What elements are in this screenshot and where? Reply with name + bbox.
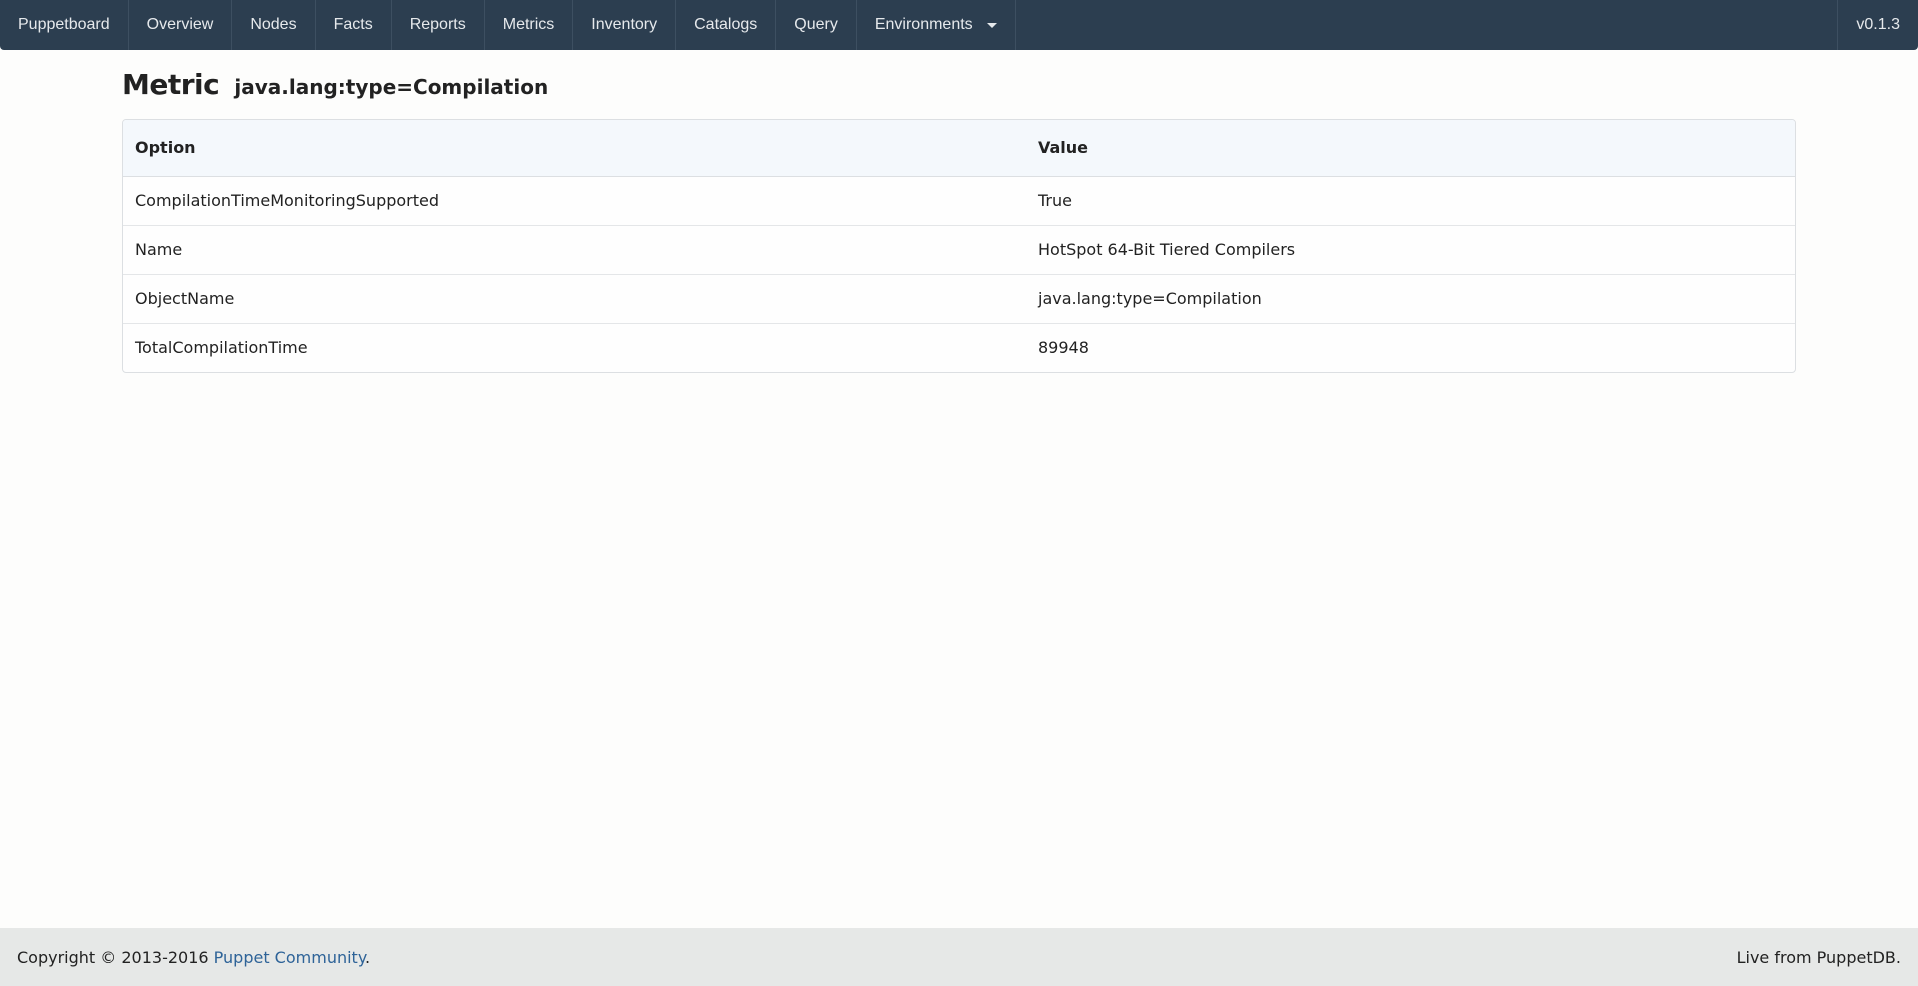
footer-copyright: Copyright © 2013-2016 Puppet Community.: [17, 948, 370, 967]
option-cell: TotalCompilationTime: [135, 338, 308, 358]
metric-table-container: Option Value CompilationTimeMonitoringSu…: [122, 119, 1796, 373]
nav-item-overview[interactable]: Overview: [129, 0, 233, 50]
page-title: Metric java.lang:type=Compilation: [122, 64, 548, 102]
page-footer: Copyright © 2013-2016 Puppet Community. …: [0, 928, 1918, 986]
nav-item-metrics[interactable]: Metrics: [485, 0, 574, 50]
option-cell: Name: [123, 225, 1026, 275]
table-header-row: Option Value: [123, 120, 1795, 177]
value-cell: java.lang:type=Compilation: [1026, 274, 1795, 324]
table-row: ObjectName java.lang:type=Compilation: [123, 274, 1795, 324]
column-header-option: Option: [123, 120, 1026, 177]
value-cell: 89948: [1038, 338, 1089, 358]
footer-copyright-prefix: Copyright © 2013-2016: [17, 947, 214, 967]
nav-item-facts[interactable]: Facts: [316, 0, 392, 50]
caret-down-icon: [986, 22, 997, 28]
footer-link-puppet-community[interactable]: Puppet Community: [214, 948, 365, 967]
table-row: Name HotSpot 64-Bit Tiered Compilers: [123, 225, 1795, 275]
page-title-subtitle: java.lang:type=Compilation: [234, 75, 549, 99]
nav-item-query[interactable]: Query: [776, 0, 857, 50]
value-cell: HotSpot 64-Bit Tiered Compilers: [1026, 225, 1795, 275]
metric-table: Option Value CompilationTimeMonitoringSu…: [123, 120, 1795, 372]
nav-dropdown-environments-label: Environments: [874, 16, 973, 33]
top-navbar: Puppetboard Overview Nodes Facts Reports…: [0, 0, 1918, 50]
column-header-value: Value: [1026, 120, 1795, 177]
footer-live-status: Live from PuppetDB.: [1736, 947, 1901, 967]
option-cell: ObjectName: [123, 274, 1026, 324]
option-cell: CompilationTimeMonitoringSupported: [123, 176, 1026, 226]
page-title-main: Metric: [122, 68, 220, 101]
table-row: TotalCompilationTime 89948: [123, 323, 1795, 372]
nav-item-reports[interactable]: Reports: [392, 0, 485, 50]
nav-item-catalogs[interactable]: Catalogs: [676, 0, 777, 50]
version-label: v0.1.3: [1837, 0, 1918, 50]
table-row: CompilationTimeMonitoringSupported True: [123, 176, 1795, 226]
value-cell: True: [1026, 176, 1795, 226]
nav-item-inventory[interactable]: Inventory: [573, 0, 677, 50]
nav-item-nodes[interactable]: Nodes: [232, 0, 316, 50]
nav-brand-puppetboard[interactable]: Puppetboard: [0, 0, 129, 50]
nav-dropdown-environments[interactable]: Environments: [857, 0, 1016, 50]
footer-copyright-suffix: .: [365, 947, 371, 967]
